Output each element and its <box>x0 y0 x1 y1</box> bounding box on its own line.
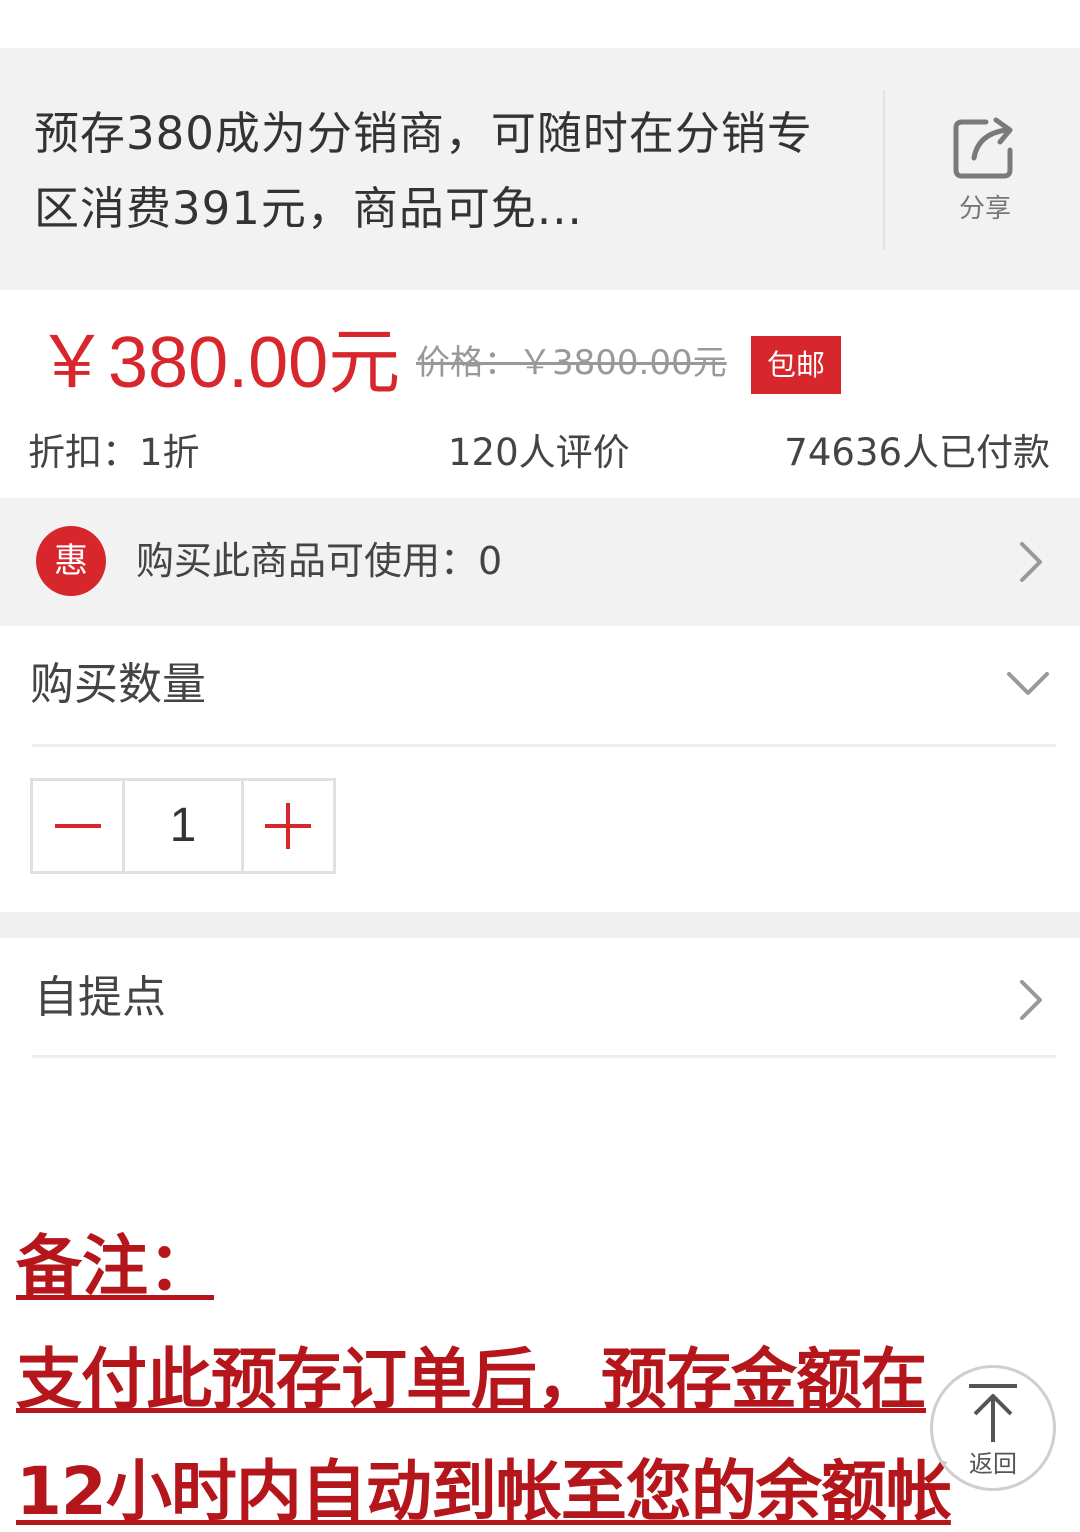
note-line: 12小时内自动到帐至您的余额帐 <box>16 1453 952 1530</box>
paid-count-stat: 74636人已付款 <box>784 431 1050 474</box>
product-title: 预存380成为分销商，可随时在分销专区消费391元，商品可免... <box>34 107 813 235</box>
top-strip <box>0 0 1080 48</box>
quantity-stepper: 1 <box>30 778 336 874</box>
arrow-up-icon <box>969 1384 1017 1442</box>
coupon-badge: 惠 <box>36 526 106 596</box>
quantity-value[interactable]: 1 <box>122 781 244 871</box>
coupon-row[interactable]: 惠 购买此商品可使用：0 <box>0 498 1080 626</box>
back-to-top-button[interactable]: 返回 <box>930 1365 1056 1491</box>
divider <box>32 744 1056 747</box>
back-to-top-label: 返回 <box>969 1450 1017 1478</box>
note-heading: 备注： <box>16 1228 214 1305</box>
pickup-point-label: 自提点 <box>34 972 166 1023</box>
chevron-right-icon <box>1020 980 1042 1020</box>
discount-stat: 折扣：1折 <box>28 431 200 474</box>
coupon-text: 购买此商品可使用：0 <box>136 539 503 583</box>
pickup-point-row[interactable]: 自提点 <box>0 938 1080 1058</box>
increase-button[interactable] <box>244 781 333 871</box>
note-line: 支付此预存订单后，预存金额在 <box>16 1341 927 1418</box>
current-price: ￥380.00元 <box>36 323 401 403</box>
share-label: 分享 <box>958 194 1011 224</box>
section-gap <box>0 912 1080 938</box>
share-button[interactable]: 分享 <box>930 112 1040 230</box>
share-icon <box>953 117 1013 179</box>
plus-icon <box>265 803 312 849</box>
title-divider <box>883 90 885 250</box>
minus-icon <box>54 824 101 828</box>
original-price: 价格：￥3800.00元 <box>416 343 727 383</box>
free-shipping-badge: 包邮 <box>751 336 841 394</box>
divider <box>32 1055 1056 1058</box>
quantity-title: 购买数量 <box>30 659 206 710</box>
reviews-link[interactable]: 120人评价 <box>448 428 630 478</box>
chevron-down-icon[interactable] <box>1006 670 1050 698</box>
chevron-right-icon <box>1020 542 1042 582</box>
decrease-button[interactable] <box>33 781 122 871</box>
